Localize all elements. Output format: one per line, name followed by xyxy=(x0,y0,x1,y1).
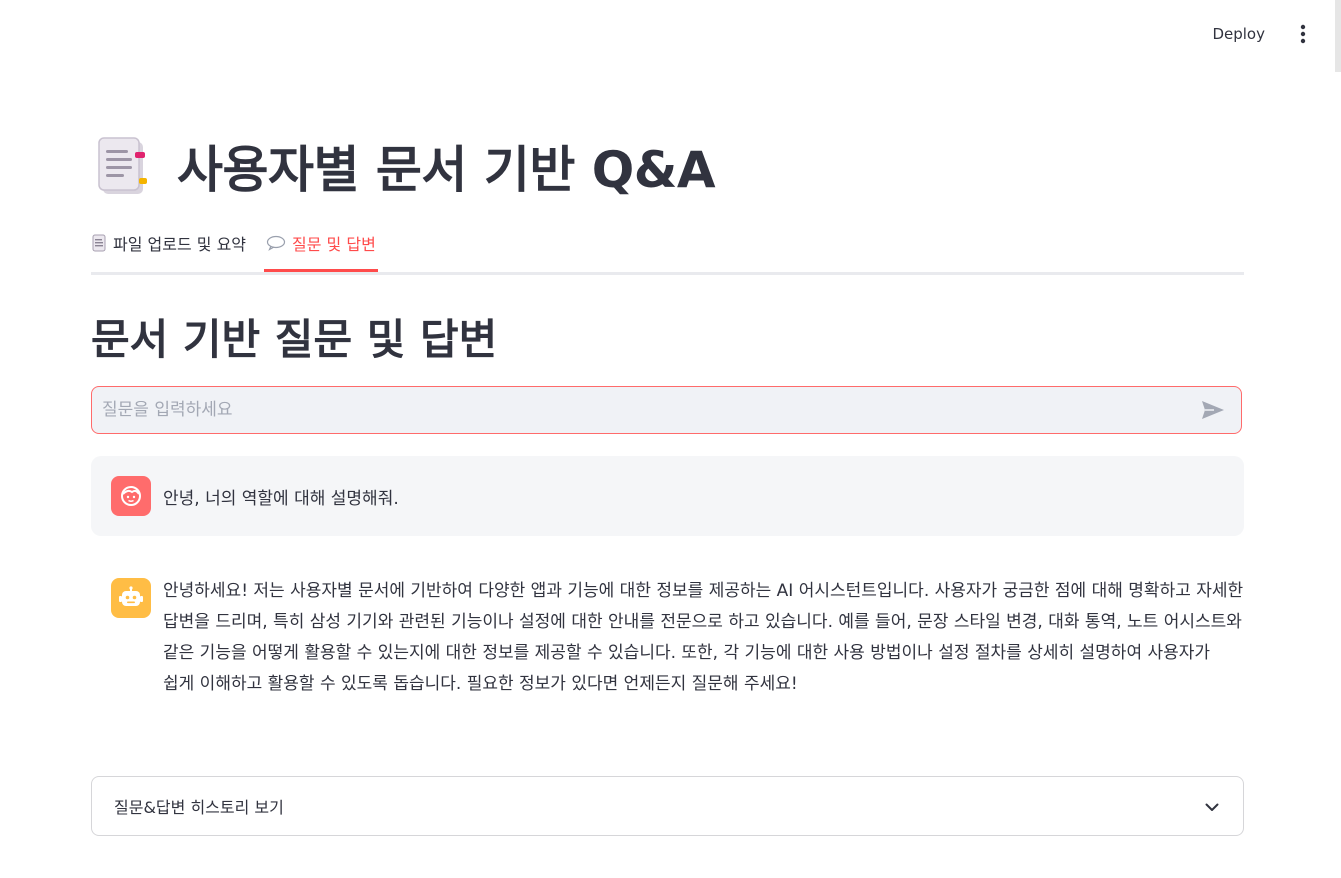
robot-icon xyxy=(111,578,151,618)
tab-qa[interactable]: 질문 및 답변 xyxy=(264,226,378,272)
page-title: 사용자별 문서 기반 Q&A xyxy=(177,141,716,199)
app-root: Deploy 사용자별 문서 기반 Q&A 파일 업로드 및 요약 질문 및 답… xyxy=(0,0,1341,878)
more-vertical-icon[interactable] xyxy=(1291,22,1315,46)
document-icon xyxy=(91,234,107,252)
deploy-button[interactable]: Deploy xyxy=(1202,19,1275,49)
tab-label: 질문 및 답변 xyxy=(292,235,376,254)
send-icon[interactable] xyxy=(1193,390,1233,430)
speech-bubble-icon xyxy=(266,235,286,251)
top-toolbar: Deploy xyxy=(1202,0,1341,68)
qa-history-expander[interactable]: 질문&답변 히스토리 보기 xyxy=(91,776,1244,836)
document-icon xyxy=(95,134,155,198)
chat-message-assistant: 안녕하세요! 저는 사용자별 문서에 기반하여 다양한 앱과 기능에 대한 정보… xyxy=(91,576,1244,700)
tab-file-upload-summary[interactable]: 파일 업로드 및 요약 xyxy=(91,226,246,260)
question-input[interactable] xyxy=(92,387,1193,433)
expander-label: 질문&답변 히스토리 보기 xyxy=(114,798,284,817)
chat-message-user: 안녕, 너의 역할에 대해 설명해줘. xyxy=(91,456,1244,536)
chevron-down-icon xyxy=(1205,797,1219,816)
page-header: 사용자별 문서 기반 Q&A xyxy=(95,130,716,202)
tab-label: 파일 업로드 및 요약 xyxy=(113,235,247,254)
tab-bar: 파일 업로드 및 요약 질문 및 답변 xyxy=(91,226,1244,275)
user-face-icon xyxy=(111,476,151,516)
chat-input-container xyxy=(91,386,1242,434)
message-text: 안녕, 너의 역할에 대해 설명해줘. xyxy=(163,488,399,509)
message-text: 안녕하세요! 저는 사용자별 문서에 기반하여 다양한 앱과 기능에 대한 정보… xyxy=(163,581,1244,694)
section-title: 문서 기반 질문 및 답변 xyxy=(91,315,498,364)
